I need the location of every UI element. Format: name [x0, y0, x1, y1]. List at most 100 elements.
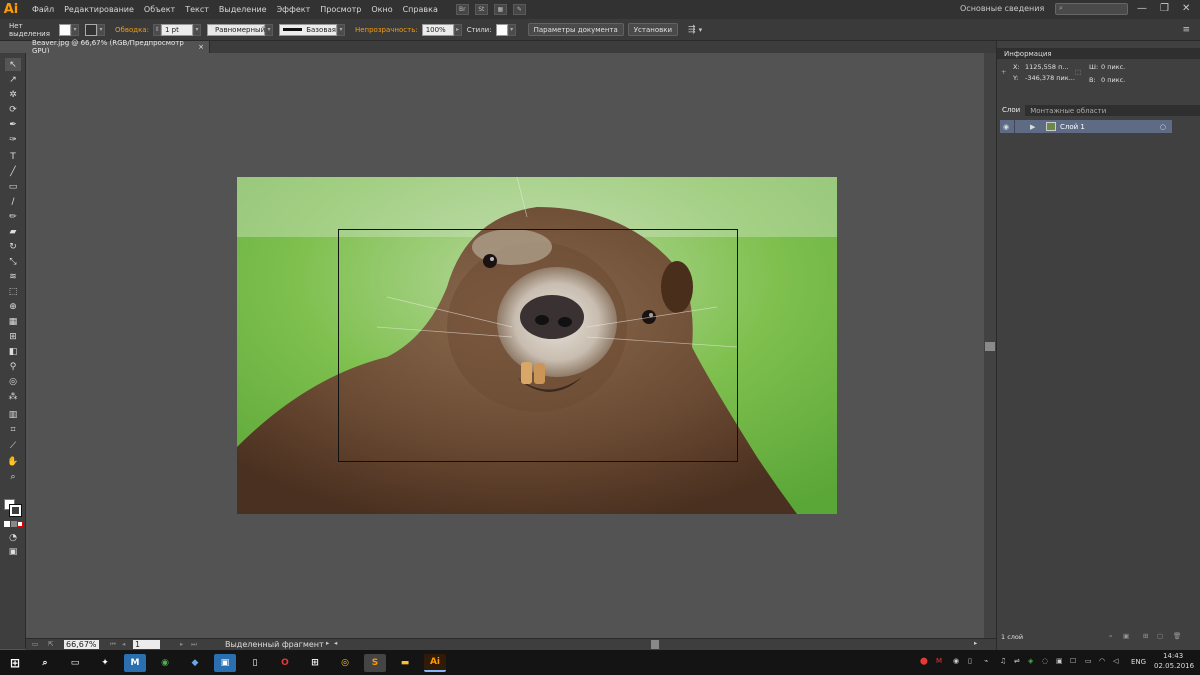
- stroke-swatch[interactable]: [85, 23, 97, 36]
- workspace-switcher[interactable]: Основные сведения: [960, 4, 1044, 13]
- eraser-tool-icon[interactable]: ▰: [5, 225, 21, 238]
- phone-icon[interactable]: ▯: [244, 654, 266, 672]
- scale-tool-icon[interactable]: ⤡: [5, 255, 21, 268]
- stroke-width-field[interactable]: 1 pt: [160, 23, 193, 36]
- zoom-tool-icon[interactable]: ⌕: [5, 470, 21, 483]
- visual-studio-icon[interactable]: ◆: [184, 654, 206, 672]
- task-view-icon[interactable]: ▭: [64, 654, 86, 672]
- chevron-down-icon[interactable]: ▾: [699, 26, 703, 34]
- artboard-number-field[interactable]: 1: [133, 640, 160, 649]
- share-icon[interactable]: ⇱: [48, 640, 53, 648]
- status-text[interactable]: Выделенный фрагмент: [225, 640, 324, 649]
- layer-row[interactable]: ◉ ▶ Слой 1 ○: [1000, 120, 1172, 133]
- fill-swatch[interactable]: [59, 23, 71, 36]
- target-icon[interactable]: ○: [1160, 123, 1166, 131]
- info-panel-header[interactable]: Информация: [997, 48, 1200, 59]
- gradient-tool-icon[interactable]: ◧: [5, 345, 21, 358]
- tray-phone-icon[interactable]: ▯: [968, 657, 972, 665]
- file-explorer-icon[interactable]: ▬: [394, 654, 416, 672]
- close-tab-icon[interactable]: ×: [198, 43, 204, 51]
- pen-tool-icon[interactable]: ✒: [5, 118, 21, 131]
- first-artboard-icon[interactable]: ⏮: [110, 640, 116, 649]
- variable-width-profile[interactable]: Равномерный: [206, 23, 265, 36]
- clock-time[interactable]: 14:43: [1163, 652, 1183, 660]
- language-indicator[interactable]: ENG: [1131, 658, 1146, 666]
- menu-edit[interactable]: Редактирование: [64, 5, 134, 14]
- none-mode-icon[interactable]: [17, 521, 23, 527]
- brush-icon[interactable]: ✎: [512, 4, 526, 15]
- horizontal-scroll-thumb[interactable]: [651, 640, 659, 649]
- lock-toggle[interactable]: [1014, 120, 1024, 133]
- chevron-down-icon[interactable]: ▾: [97, 23, 105, 36]
- type-tool-icon[interactable]: T: [5, 150, 21, 163]
- eyedropper-tool-icon[interactable]: ⚲: [5, 360, 21, 373]
- draw-mode-icon[interactable]: ◔: [5, 531, 21, 544]
- new-sublayer-icon[interactable]: ⊞: [1143, 632, 1148, 640]
- make-clipping-mask-icon[interactable]: ▣: [1123, 632, 1129, 640]
- lasso-tool-icon[interactable]: ⟳: [5, 103, 21, 116]
- maximize-icon[interactable]: ❐: [1160, 3, 1169, 14]
- stock-button[interactable]: St: [474, 4, 488, 15]
- screen-mode-icon[interactable]: ▣: [5, 545, 21, 558]
- locate-object-icon[interactable]: ⌕: [1109, 632, 1113, 641]
- search-icon[interactable]: ⌕: [34, 654, 56, 672]
- chevron-down-icon[interactable]: ▾: [336, 23, 345, 36]
- stroke-color-icon[interactable]: [9, 504, 22, 517]
- rectangle-tool-icon[interactable]: ▭: [5, 180, 21, 193]
- tray-usb-icon[interactable]: ⌁: [984, 657, 988, 665]
- wifi-icon[interactable]: ◠: [1099, 657, 1105, 665]
- store-icon[interactable]: ⊞: [304, 654, 326, 672]
- new-layer-icon[interactable]: ▢: [1157, 632, 1163, 640]
- brush-definition[interactable]: Базовая: [278, 23, 337, 36]
- menu-text[interactable]: Текст: [185, 5, 209, 14]
- xbox-icon[interactable]: ◉: [154, 654, 176, 672]
- calculator-icon[interactable]: ▣: [214, 653, 236, 672]
- sublime-text-icon[interactable]: S: [364, 653, 386, 672]
- artboard-tool-icon[interactable]: ⌗: [5, 423, 21, 436]
- chevron-down-icon[interactable]: ▾: [192, 23, 201, 36]
- last-artboard-icon[interactable]: ⏭: [191, 640, 197, 649]
- tray-app-icon[interactable]: ⬤: [920, 657, 928, 665]
- stroke-label[interactable]: Обводка:: [115, 26, 149, 34]
- artboard-nav-icon[interactable]: ▭: [32, 640, 38, 648]
- color-mode-icon[interactable]: [4, 521, 10, 527]
- chevron-down-icon[interactable]: ▾: [264, 23, 273, 36]
- vertical-scroll-thumb[interactable]: [985, 342, 995, 351]
- chevron-right-icon[interactable]: ▸: [453, 23, 462, 36]
- search-input[interactable]: ⌕: [1055, 3, 1128, 15]
- perspective-grid-tool-icon[interactable]: ▦: [5, 315, 21, 328]
- scroll-right-icon[interactable]: ▸: [974, 639, 977, 647]
- menu-file[interactable]: Файл: [32, 5, 54, 14]
- menu-view[interactable]: Просмотр: [320, 5, 361, 14]
- slice-tool-icon[interactable]: ⟋: [5, 439, 21, 452]
- tray-network-icon[interactable]: ⇌: [1014, 657, 1020, 665]
- column-graph-tool-icon[interactable]: ▥: [5, 408, 21, 421]
- tab-artboards[interactable]: Монтажные области: [1025, 107, 1111, 115]
- pencil-tool-icon[interactable]: ✏: [5, 210, 21, 223]
- stroke-stepper[interactable]: ⇕: [152, 23, 161, 36]
- volume-icon[interactable]: ◁: [1113, 657, 1118, 665]
- panel-menu-icon[interactable]: ≡: [1182, 25, 1190, 35]
- warp-tool-icon[interactable]: ≋: [5, 270, 21, 283]
- menu-select[interactable]: Выделение: [219, 5, 267, 14]
- magic-wand-tool-icon[interactable]: ✲: [5, 88, 21, 101]
- status-menu-arrow-icon[interactable]: ▸: [326, 639, 329, 647]
- tray-icon[interactable]: ▣: [1056, 657, 1063, 665]
- thunderbird-icon[interactable]: ✦: [94, 654, 116, 672]
- expand-arrow-icon[interactable]: ▶: [1030, 123, 1042, 131]
- line-tool-icon[interactable]: ╱: [5, 165, 21, 178]
- arrange-grid-icon[interactable]: ▦: [493, 4, 507, 15]
- close-icon[interactable]: ✕: [1182, 3, 1190, 14]
- symbol-sprayer-tool-icon[interactable]: ⁂: [5, 390, 21, 403]
- curvature-tool-icon[interactable]: ✑: [5, 133, 21, 146]
- illustrator-taskbar-icon[interactable]: Ai: [424, 653, 446, 672]
- clock-date[interactable]: 02.05.2016: [1154, 662, 1194, 670]
- rotate-tool-icon[interactable]: ↻: [5, 240, 21, 253]
- layer-name[interactable]: Слой 1: [1060, 123, 1085, 131]
- chevron-down-icon[interactable]: ▾: [507, 23, 516, 36]
- scroll-left-icon[interactable]: ◂: [334, 639, 337, 647]
- tray-mail-icon[interactable]: M: [936, 657, 942, 665]
- next-artboard-icon[interactable]: ▸: [180, 640, 183, 648]
- delete-layer-icon[interactable]: 🗑: [1173, 632, 1181, 640]
- menu-window[interactable]: Окно: [371, 5, 392, 14]
